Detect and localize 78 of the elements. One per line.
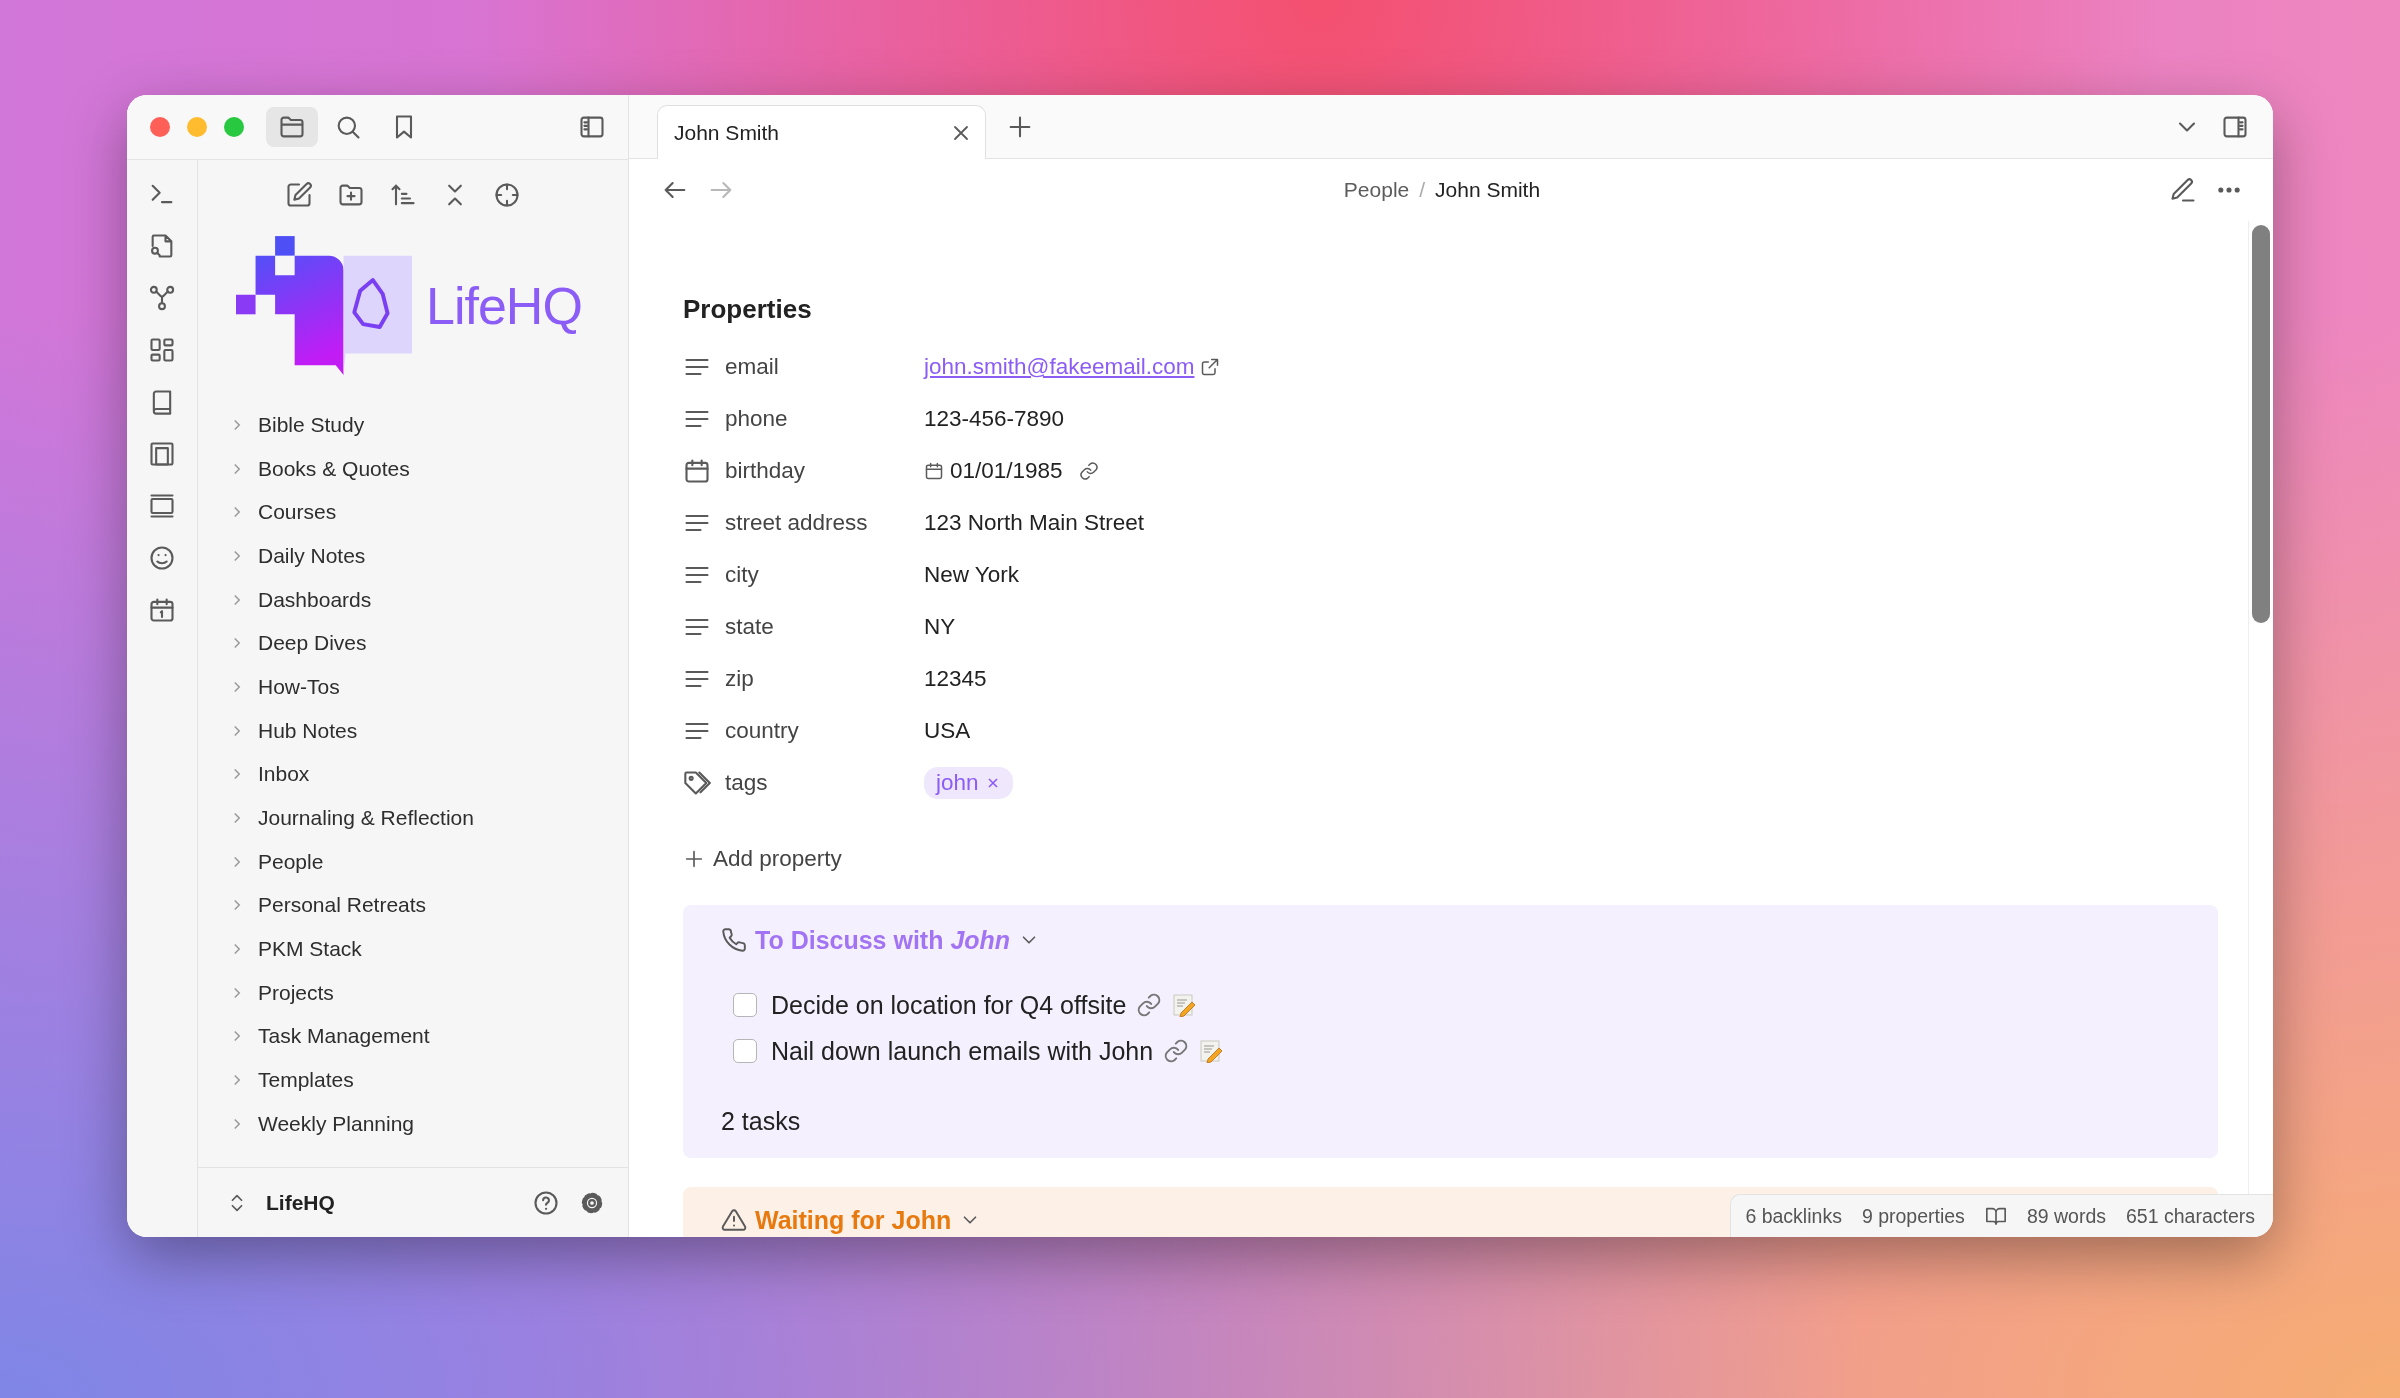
property-name[interactable]: state	[725, 614, 924, 640]
phone-icon	[721, 927, 747, 953]
properties-heading: Properties	[683, 293, 813, 326]
warning-icon	[721, 1207, 747, 1233]
properties-count: 9 properties	[1861, 1204, 1965, 1228]
link-icon[interactable]	[1078, 461, 1099, 481]
new-note-icon[interactable]	[285, 181, 313, 209]
folder-item[interactable]: People	[198, 839, 628, 884]
property-value[interactable]: 12345	[924, 666, 987, 692]
note-title: John Smith	[1435, 178, 1541, 202]
breadcrumb-separator: /	[1419, 178, 1426, 202]
property-name[interactable]: phone	[725, 406, 924, 432]
folder-item[interactable]: Task Management	[198, 1014, 628, 1059]
crosshair-icon[interactable]	[493, 181, 521, 209]
memo-icon[interactable]	[1199, 1039, 1224, 1063]
stack-icon[interactable]	[148, 492, 176, 520]
folder-item[interactable]: Projects	[198, 970, 628, 1015]
vault-name[interactable]: LifeHQ	[266, 1190, 335, 1215]
graph-icon[interactable]	[148, 284, 176, 312]
property-name[interactable]: country	[725, 718, 924, 744]
property-name[interactable]: city	[725, 562, 924, 588]
note-tab[interactable]: John Smith	[657, 105, 986, 159]
grid-icon[interactable]	[148, 336, 176, 364]
property-value[interactable]: USA	[924, 718, 971, 744]
backlinks-count[interactable]: 6 backlinks	[1745, 1204, 1842, 1228]
property-value[interactable]: NY	[924, 614, 956, 640]
task-text: Decide on location for Q4 offsite	[771, 990, 1127, 1020]
task-count: 2 tasks	[721, 1106, 802, 1137]
scrollbar-thumb[interactable]	[2252, 225, 2270, 623]
folder-item[interactable]: Hub Notes	[198, 708, 628, 753]
property-name[interactable]: tags	[725, 770, 924, 796]
smiley-icon[interactable]	[148, 544, 176, 572]
property-value[interactable]: 123-456-7890	[924, 406, 1065, 432]
calendar-icon	[683, 457, 711, 485]
property-value[interactable]: 123 North Main Street	[924, 510, 1145, 536]
plus-icon[interactable]	[683, 848, 705, 870]
folder-item[interactable]: Weekly Planning	[198, 1102, 628, 1146]
property-name[interactable]: email	[725, 354, 924, 380]
memo-icon[interactable]	[1172, 993, 1197, 1017]
logo-text: LifeHQ	[426, 275, 582, 336]
property-value[interactable]: 01/01/1985	[950, 458, 1063, 484]
folder-item[interactable]: Deep Dives	[198, 621, 628, 666]
slides-icon[interactable]	[148, 440, 176, 468]
folder-item[interactable]: Journaling & Reflection	[198, 796, 628, 840]
folder-item[interactable]: Personal Retreats	[198, 883, 628, 928]
files-tab-button[interactable]	[266, 107, 318, 147]
chain-link-icon[interactable]	[1163, 1038, 1190, 1064]
property-value[interactable]: New York	[924, 562, 1020, 588]
task-checkbox[interactable]	[733, 1039, 757, 1063]
chain-link-icon[interactable]	[1136, 992, 1163, 1018]
calendar-icon[interactable]	[148, 596, 176, 624]
folder-item[interactable]: Dashboards	[198, 577, 628, 622]
task-checkbox[interactable]	[733, 993, 757, 1017]
tags-icon	[683, 769, 711, 797]
folder-item[interactable]: Templates	[198, 1058, 628, 1102]
breadcrumb-link[interactable]: People	[1343, 178, 1410, 202]
reading-view-icon[interactable]	[1984, 1205, 2007, 1227]
external-link-icon[interactable]	[1200, 357, 1221, 377]
tag-pill[interactable]: john	[924, 767, 1013, 799]
edit-icon[interactable]	[2169, 176, 2197, 204]
calendar-icon[interactable]	[924, 461, 944, 481]
character-count: 651 characters	[2126, 1204, 2255, 1228]
word-count: 89 words	[2026, 1204, 2106, 1228]
folder-item[interactable]: How-Tos	[198, 665, 628, 709]
email-link[interactable]: john.smith@fakeemail.com	[924, 354, 1195, 380]
folder-item[interactable]: Courses	[198, 490, 628, 535]
add-property-button[interactable]: Add property	[683, 841, 842, 877]
close-window-button[interactable]	[150, 117, 170, 137]
folder-item[interactable]: Daily Notes	[198, 534, 628, 578]
task-text: Nail down launch emails with John	[771, 1036, 1154, 1066]
help-icon[interactable]	[532, 1188, 560, 1217]
folder-item[interactable]: PKM Stack	[198, 927, 628, 971]
folder-item[interactable]: Bible Study	[198, 403, 628, 447]
property-name[interactable]: birthday	[725, 458, 924, 484]
property-name[interactable]: zip	[725, 666, 924, 692]
property-name[interactable]: street address	[725, 510, 924, 536]
folder-item[interactable]: Inbox	[198, 752, 628, 797]
folder-item[interactable]: Books & Quotes	[198, 446, 628, 491]
